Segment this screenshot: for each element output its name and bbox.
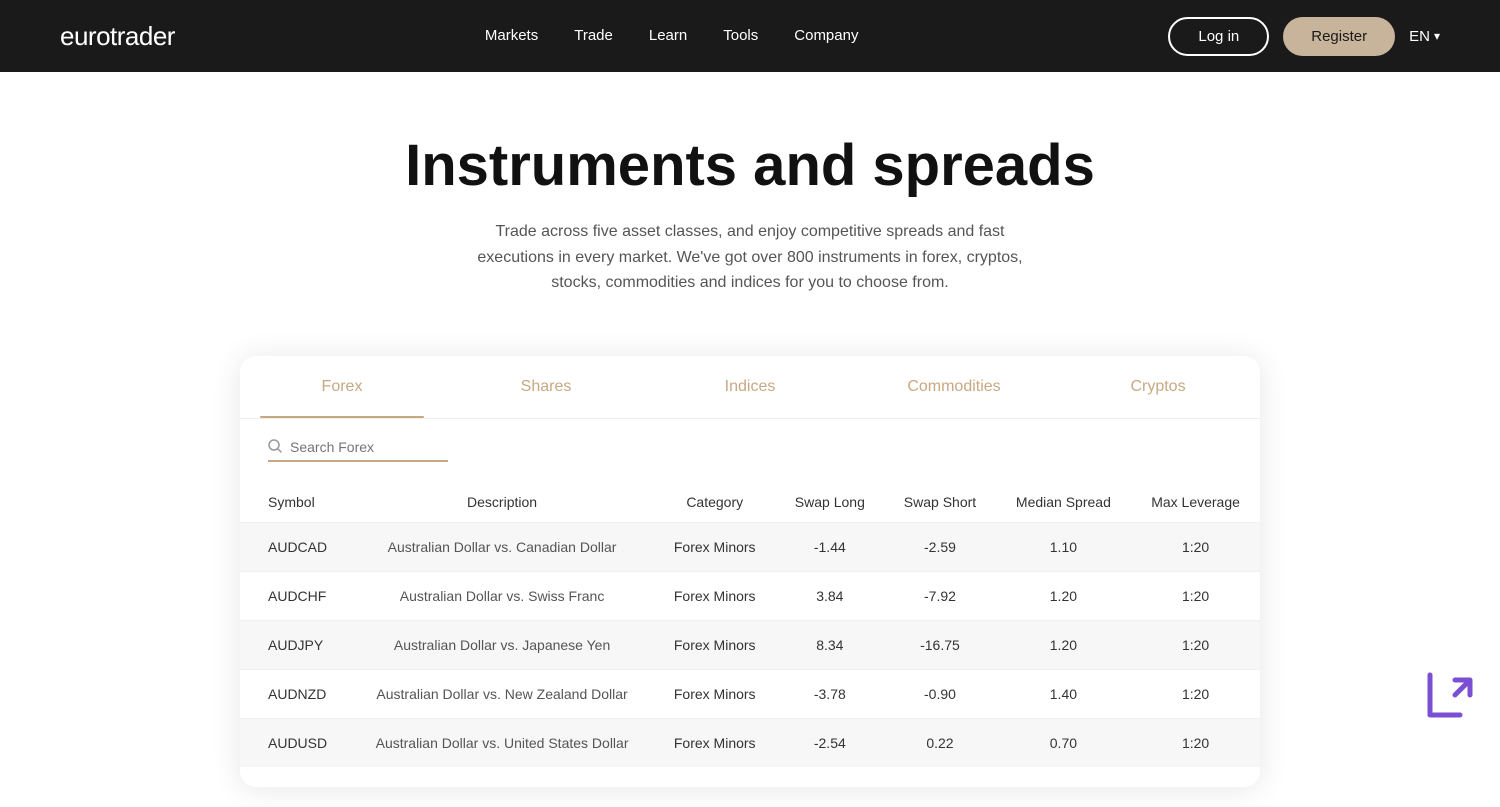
table-row: AUDCHF Australian Dollar vs. Swiss Franc… [240, 571, 1260, 620]
cell-swap-long: -2.54 [775, 718, 884, 767]
bottom-right-icon [1420, 665, 1480, 730]
cell-swap-short: -0.90 [884, 669, 995, 718]
cell-symbol: AUDCAD [240, 522, 350, 571]
cell-symbol: AUDCHF [240, 571, 350, 620]
cell-swap-long: 8.34 [775, 620, 884, 669]
nav-tools[interactable]: Tools [723, 27, 758, 44]
table-body: AUDCAD Australian Dollar vs. Canadian Do… [240, 522, 1260, 767]
table-row: AUDJPY Australian Dollar vs. Japanese Ye… [240, 620, 1260, 669]
instruments-card: Forex Shares Indices Commodities Cryptos… [240, 356, 1260, 787]
login-button[interactable]: Log in [1168, 17, 1269, 56]
page-title: Instruments and spreads [20, 132, 1480, 199]
cell-category: Forex Minors [654, 620, 775, 669]
logo: eurotrader [60, 21, 175, 52]
col-symbol: Symbol [240, 482, 350, 523]
cell-category: Forex Minors [654, 669, 775, 718]
lc-brand-icon [1420, 665, 1480, 725]
cell-category: Forex Minors [654, 522, 775, 571]
cell-max-leverage: 1:20 [1131, 522, 1260, 571]
col-median-spread: Median Spread [996, 482, 1131, 523]
tab-cryptos[interactable]: Cryptos [1056, 356, 1260, 418]
cell-description: Australian Dollar vs. United States Doll… [350, 718, 654, 767]
hero-section: Instruments and spreads Trade across fiv… [0, 72, 1500, 336]
cell-median-spread: 0.70 [996, 718, 1131, 767]
category-tabs: Forex Shares Indices Commodities Cryptos [240, 356, 1260, 419]
cell-description: Australian Dollar vs. Canadian Dollar [350, 522, 654, 571]
instruments-table: Symbol Description Category Swap Long Sw… [240, 482, 1260, 767]
cell-median-spread: 1.20 [996, 571, 1131, 620]
col-max-leverage: Max Leverage [1131, 482, 1260, 523]
cell-max-leverage: 1:20 [1131, 718, 1260, 767]
cell-swap-short: 0.22 [884, 718, 995, 767]
nav-learn[interactable]: Learn [649, 27, 687, 44]
cell-median-spread: 1.40 [996, 669, 1131, 718]
search-input[interactable] [290, 439, 430, 455]
cell-max-leverage: 1:20 [1131, 669, 1260, 718]
nav-company[interactable]: Company [794, 27, 858, 44]
navbar: eurotrader Markets Trade Learn Tools Com… [0, 0, 1500, 72]
col-swap-long: Swap Long [775, 482, 884, 523]
tab-shares[interactable]: Shares [444, 356, 648, 418]
table-header: Symbol Description Category Swap Long Sw… [240, 482, 1260, 523]
nav-markets[interactable]: Markets [485, 27, 538, 44]
language-selector[interactable]: EN [1409, 28, 1440, 45]
nav-trade[interactable]: Trade [574, 27, 613, 44]
navbar-right: Log in Register EN [1168, 17, 1440, 56]
col-category: Category [654, 482, 775, 523]
cell-symbol: AUDNZD [240, 669, 350, 718]
cell-symbol: AUDUSD [240, 718, 350, 767]
cell-swap-short: -16.75 [884, 620, 995, 669]
table-row: AUDUSD Australian Dollar vs. United Stat… [240, 718, 1260, 767]
cell-max-leverage: 1:20 [1131, 620, 1260, 669]
cell-max-leverage: 1:20 [1131, 571, 1260, 620]
cell-swap-long: -3.78 [775, 669, 884, 718]
col-description: Description [350, 482, 654, 523]
tab-commodities[interactable]: Commodities [852, 356, 1056, 418]
cell-symbol: AUDJPY [240, 620, 350, 669]
cell-swap-long: 3.84 [775, 571, 884, 620]
register-button[interactable]: Register [1283, 17, 1395, 56]
cell-description: Australian Dollar vs. Swiss Franc [350, 571, 654, 620]
col-swap-short: Swap Short [884, 482, 995, 523]
cell-category: Forex Minors [654, 571, 775, 620]
table-row: AUDCAD Australian Dollar vs. Canadian Do… [240, 522, 1260, 571]
search-wrap [240, 419, 1260, 472]
cell-swap-short: -2.59 [884, 522, 995, 571]
search-field-wrap [268, 439, 448, 462]
cell-description: Australian Dollar vs. Japanese Yen [350, 620, 654, 669]
cell-description: Australian Dollar vs. New Zealand Dollar [350, 669, 654, 718]
tab-indices[interactable]: Indices [648, 356, 852, 418]
tab-forex[interactable]: Forex [240, 356, 444, 418]
cell-category: Forex Minors [654, 718, 775, 767]
hero-subtitle: Trade across five asset classes, and enj… [470, 219, 1030, 296]
cell-swap-long: -1.44 [775, 522, 884, 571]
nav-menu: Markets Trade Learn Tools Company [485, 27, 859, 45]
cell-swap-short: -7.92 [884, 571, 995, 620]
cell-median-spread: 1.20 [996, 620, 1131, 669]
table-row: AUDNZD Australian Dollar vs. New Zealand… [240, 669, 1260, 718]
cell-median-spread: 1.10 [996, 522, 1131, 571]
search-icon [268, 439, 282, 456]
